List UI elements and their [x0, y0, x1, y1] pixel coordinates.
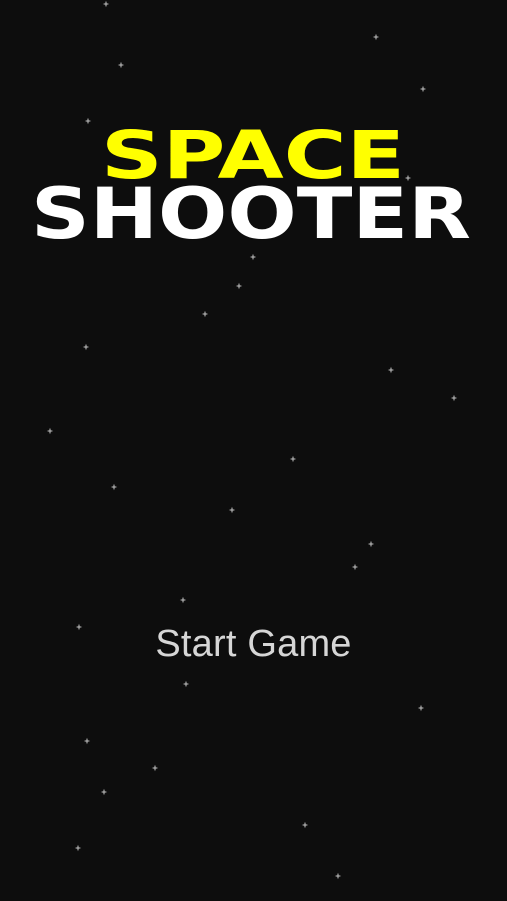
title-shooter: SHOOTER: [31, 173, 471, 255]
star-icon: [182, 680, 190, 688]
star-icon: [387, 366, 395, 374]
star-icon: [417, 704, 425, 712]
star-icon: [46, 427, 54, 435]
star-icon: [301, 821, 309, 829]
star-icon: [367, 540, 375, 548]
star-icon: [289, 455, 297, 463]
star-icon: [351, 563, 359, 571]
star-icon: [110, 483, 118, 491]
star-icon: [74, 844, 82, 852]
star-icon: [82, 343, 90, 351]
star-icon: [100, 788, 108, 796]
star-icon: [151, 764, 159, 772]
star-icon: [235, 282, 243, 290]
star-icon: [334, 872, 342, 880]
star-icon: [201, 310, 209, 318]
game-screen: SPACE SHOOTER Start Game: [0, 0, 507, 901]
star-icon: [179, 596, 187, 604]
star-icon: [83, 737, 91, 745]
star-icon: [450, 394, 458, 402]
start-game-button[interactable]: Start Game: [0, 618, 507, 670]
star-icon: [228, 506, 236, 514]
game-logo: SPACE SHOOTER: [31, 117, 471, 255]
